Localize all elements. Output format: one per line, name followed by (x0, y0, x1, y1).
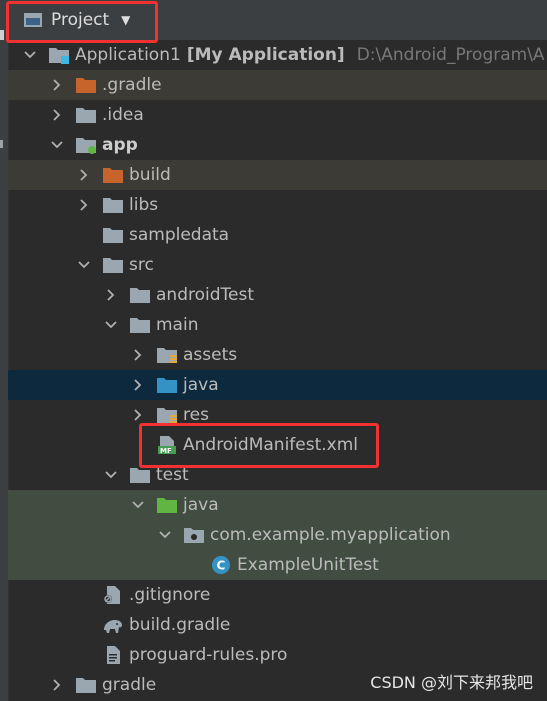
tree-item-module-name: [My Application] (186, 45, 345, 65)
chevron-down-icon[interactable] (103, 310, 119, 340)
tree-row[interactable]: Application1 [My Application] D:\Android_P… (8, 40, 547, 70)
tree-row[interactable]: build.gradle (8, 610, 547, 640)
tree-row[interactable]: sampledata (8, 220, 547, 250)
tree-item-label: libs (129, 195, 159, 215)
tree-row[interactable]: .idea (8, 100, 547, 130)
chevron-down-icon[interactable] (130, 490, 146, 520)
tree-item-label: build.gradle (129, 615, 231, 635)
tool-strip-mark (0, 30, 4, 40)
chevron-right-icon[interactable] (49, 670, 65, 700)
tree-item-label: proguard-rules.pro (129, 645, 288, 665)
resource-folder-icon (156, 405, 178, 425)
grey-folder-icon (102, 255, 124, 275)
tree-item-label: sampledata (129, 225, 230, 245)
orange-folder-icon (75, 75, 97, 95)
package-icon (183, 525, 205, 545)
tree-item-label: com.example.myapplication (210, 525, 451, 545)
tree-row[interactable]: com.example.myapplication (8, 520, 547, 550)
chevron-right-icon[interactable] (130, 370, 146, 400)
chevron-right-icon[interactable] (76, 160, 92, 190)
chevron-right-icon[interactable] (130, 340, 146, 370)
chevron-right-icon[interactable] (49, 100, 65, 130)
orange-folder-icon (102, 165, 124, 185)
chevron-right-icon[interactable] (49, 70, 65, 100)
highlight-project-dropdown (6, 1, 158, 43)
tree-item-label: Application1 (75, 45, 181, 65)
grey-folder-icon (129, 285, 151, 305)
tree-item-label: .idea (102, 105, 144, 125)
gradle-elephant-icon (102, 615, 124, 635)
tree-item-label: .gitignore (129, 585, 211, 605)
grey-folder-icon (129, 315, 151, 335)
tree-item-label: test (156, 465, 189, 485)
tree-row[interactable]: build (8, 160, 547, 190)
tree-row[interactable]: assets (8, 340, 547, 370)
svg-text:C: C (217, 559, 226, 573)
gitignore-file-icon (102, 585, 124, 605)
tree-item-label: app (102, 135, 138, 155)
highlight-manifest-file (139, 423, 379, 468)
module-folder-icon (48, 45, 70, 65)
green-test-folder-icon (156, 495, 178, 515)
tree-row[interactable]: .gradle (8, 70, 547, 100)
tree-item-label: java (183, 495, 219, 515)
tree-row[interactable]: src (8, 250, 547, 280)
blue-source-folder-icon (156, 375, 178, 395)
grey-folder-icon (75, 675, 97, 695)
chevron-down-icon[interactable] (49, 130, 65, 160)
tree-item-label: androidTest (156, 285, 254, 305)
tree-item-label: ExampleUnitTest (237, 555, 379, 575)
tree-item-label: build (129, 165, 171, 185)
tool-strip-mark (0, 140, 3, 148)
grey-folder-icon (102, 225, 124, 245)
grey-folder-icon (102, 195, 124, 215)
tree-item-label: main (156, 315, 199, 335)
grey-folder-icon (75, 105, 97, 125)
chevron-down-icon[interactable] (22, 40, 38, 70)
tree-item-label: src (129, 255, 154, 275)
chevron-right-icon[interactable] (103, 280, 119, 310)
tree-row[interactable]: app (8, 130, 547, 160)
tree-item-label: assets (183, 345, 238, 365)
chevron-down-icon[interactable] (103, 460, 119, 490)
tree-item-label: .gradle (102, 75, 162, 95)
tree-row[interactable]: java (8, 370, 547, 400)
watermark: CSDN @刘下来邦我吧 (370, 673, 533, 692)
tree-item-label: gradle (102, 675, 157, 695)
resource-folder-icon (156, 345, 178, 365)
tree-item-path: D:\Android_Program\A (356, 45, 545, 65)
chevron-down-icon[interactable] (76, 250, 92, 280)
tree-row[interactable]: .gitignore (8, 580, 547, 610)
tree-row[interactable]: proguard-rules.pro (8, 640, 547, 670)
text-file-icon (102, 645, 124, 665)
chevron-down-icon[interactable] (157, 520, 173, 550)
class-icon: C (210, 555, 232, 575)
tree-item-label: res (183, 405, 209, 425)
tree-row[interactable]: androidTest (8, 280, 547, 310)
tree-row[interactable]: libs (8, 190, 547, 220)
android-module-folder-icon (75, 135, 97, 155)
tree-row[interactable]: java (8, 490, 547, 520)
tree-row[interactable]: C ExampleUnitTest (8, 550, 547, 580)
grey-folder-icon (129, 465, 151, 485)
chevron-right-icon[interactable] (76, 190, 92, 220)
tree-row[interactable]: main (8, 310, 547, 340)
tree-item-label: java (183, 375, 219, 395)
